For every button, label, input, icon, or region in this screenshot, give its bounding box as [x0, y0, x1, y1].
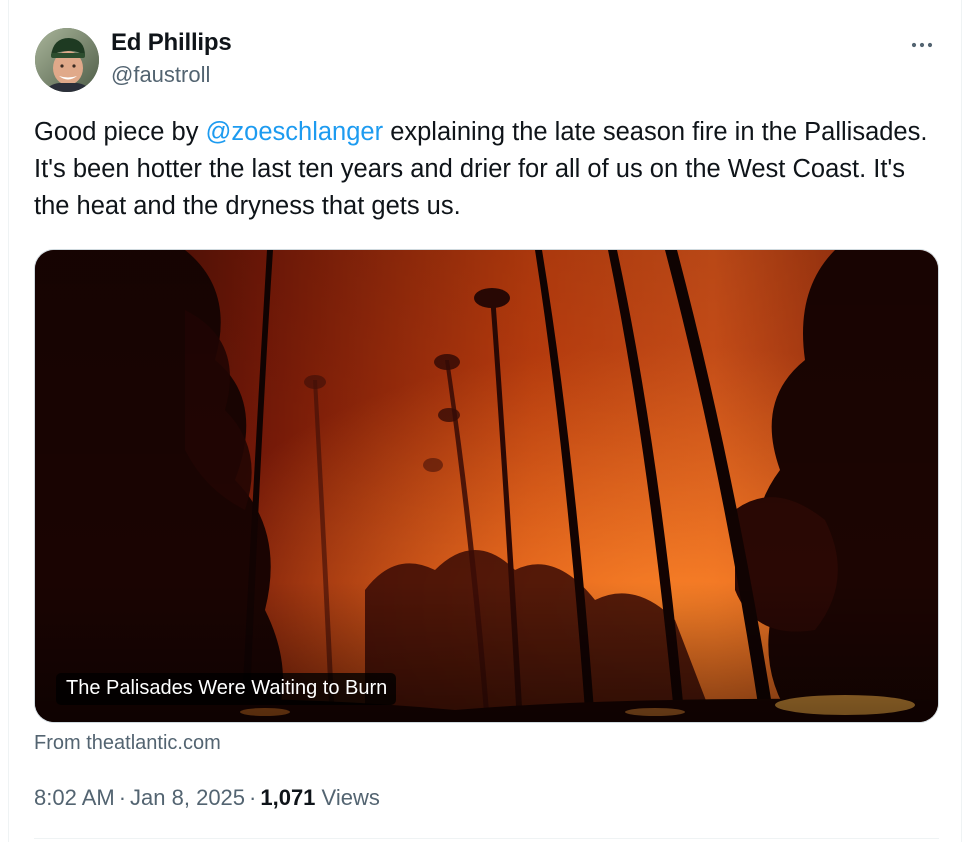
views-count: 1,071 [260, 785, 316, 810]
avatar-image [35, 28, 99, 92]
author-handle[interactable]: @faustroll [111, 62, 210, 88]
more-options-icon[interactable] [907, 30, 937, 60]
link-card-title: The Palisades Were Waiting to Burn [56, 673, 397, 705]
divider [34, 838, 939, 839]
tweet-time[interactable]: 8:02 AM [34, 785, 115, 810]
link-source[interactable]: From theatlantic.com [34, 732, 221, 755]
link-preview-card[interactable]: The Palisades Were Waiting to Burn [34, 249, 939, 723]
user-avatar[interactable] [35, 28, 99, 92]
tweet-text: Good piece by @zoeschlanger explaining t… [34, 114, 939, 225]
author-name[interactable]: Ed Phillips [111, 29, 232, 57]
tweet-text-before: Good piece by [34, 118, 206, 146]
meta-separator: · [249, 785, 257, 810]
tweet-meta: 8:02 AM · Jan 8, 2025 · 1,071 Views [34, 785, 380, 811]
mention-link[interactable]: @zoeschlanger [206, 118, 384, 146]
meta-separator: · [118, 785, 127, 810]
tweet-card: Ed Phillips @faustroll Good piece by @zo… [8, 0, 962, 842]
wildfire-image [35, 250, 938, 722]
views-label: Views [321, 785, 380, 810]
tweet-date[interactable]: Jan 8, 2025 [130, 785, 245, 810]
